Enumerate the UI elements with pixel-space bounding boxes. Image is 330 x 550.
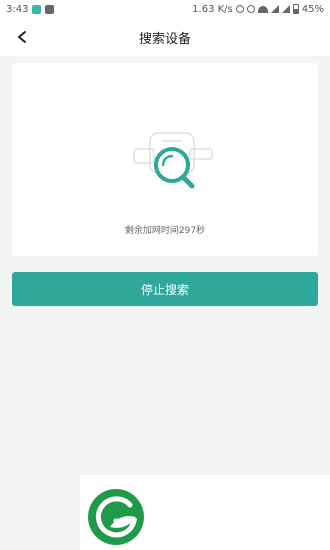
battery-icon xyxy=(292,4,299,14)
wifi-icon xyxy=(257,5,268,13)
stop-search-button[interactable]: 停止搜索 xyxy=(12,272,318,306)
nav-bar: 搜索设备 xyxy=(0,18,330,56)
search-card: 剩余加网时间297秒 xyxy=(12,63,318,256)
signal-icon xyxy=(270,5,279,13)
brand-logo-icon xyxy=(88,489,144,545)
remaining-time-text: 剩余加网时间297秒 xyxy=(124,226,206,236)
signal-2-icon xyxy=(281,5,290,13)
status-bar: 3:43 1.63 K/s 45% xyxy=(0,0,330,18)
back-arrow-icon xyxy=(18,31,26,43)
alarm-icon xyxy=(235,5,244,13)
status-time: 3:43 xyxy=(6,3,29,15)
network-speed: 1.63 K/s xyxy=(192,3,233,15)
page-title: 搜索设备 xyxy=(138,31,191,47)
battery-percent: 45% xyxy=(301,3,324,15)
image-notification-icon xyxy=(45,4,55,14)
app-notification-icon xyxy=(32,4,42,14)
brand-area xyxy=(80,475,330,550)
mute-icon xyxy=(246,5,255,13)
searching-illustration xyxy=(133,132,213,189)
magnifier-icon xyxy=(154,147,195,189)
back-button[interactable] xyxy=(10,25,34,49)
